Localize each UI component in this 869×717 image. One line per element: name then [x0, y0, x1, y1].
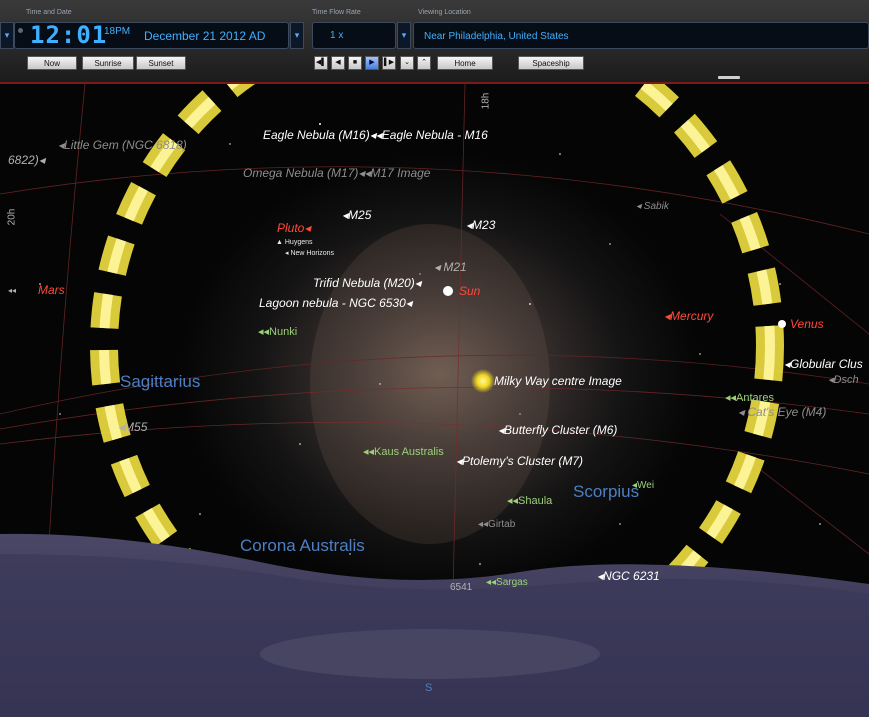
compass-south: S: [425, 682, 433, 694]
label-m25[interactable]: ◂M25: [342, 208, 371, 222]
sunset-button[interactable]: Sunset: [136, 56, 186, 70]
label-ngc6541[interactable]: 6541: [450, 581, 472, 595]
label-mercury[interactable]: ◂Mercury: [664, 309, 713, 323]
chevron-down-button[interactable]: ⌄: [400, 56, 414, 70]
label-trifid-nebula[interactable]: Trifid Nebula (M20)◂: [313, 276, 421, 290]
date-display[interactable]: December 21 2012 AD: [144, 29, 265, 43]
label-sabik[interactable]: ◂ Sabik: [636, 200, 669, 214]
label-eagle-nebula[interactable]: Eagle Nebula (M16)◂◂Eagle Nebula - M16: [263, 128, 488, 142]
label-sargas[interactable]: ◂◂Sargas: [486, 576, 528, 590]
constellation-scorpius[interactable]: Scorpius: [573, 483, 639, 500]
constellation-sagittarius[interactable]: Sagittarius: [120, 373, 200, 390]
label-globular-cluster[interactable]: ◂Globular Clus: [784, 357, 863, 371]
step-forward-button[interactable]: ▌▶: [382, 56, 396, 70]
label-milky-way-centre[interactable]: Milky Way centre Image: [494, 374, 622, 388]
now-button[interactable]: Now: [27, 56, 77, 70]
label-little-gem[interactable]: ◂Little Gem (NGC 6818): [58, 138, 187, 152]
indicator-dot-icon: [18, 28, 23, 33]
label-sun[interactable]: Sun: [459, 284, 480, 298]
label-lagoon-nebula[interactable]: Lagoon nebula - NGC 6530◂: [259, 296, 412, 310]
ampm-display: 18PM: [104, 26, 131, 37]
constellation-corona-australis[interactable]: Corona Australis: [240, 537, 365, 554]
spaceship-button[interactable]: Spaceship: [518, 56, 584, 70]
toolbar: Time and Date ▾ 12:01 18PM December 21 2…: [0, 0, 869, 84]
skip-back-button[interactable]: ◀▌: [314, 56, 328, 70]
label-shaula[interactable]: ◂◂Shaula: [507, 494, 552, 508]
label-girtab[interactable]: ◂◂Girtab: [478, 518, 515, 532]
label-ngc6231[interactable]: ◂NGC 6231: [597, 569, 660, 583]
date-menu-chevron-icon[interactable]: ▾: [290, 22, 304, 49]
sunrise-button[interactable]: Sunrise: [82, 56, 134, 70]
label-antares[interactable]: ◂◂Antares: [725, 391, 774, 405]
ra-label-20h: 20h: [6, 208, 18, 226]
label-mars[interactable]: Mars: [38, 283, 65, 297]
location-label: Viewing Location: [418, 9, 471, 16]
label-pluto[interactable]: Pluto◂: [277, 221, 310, 235]
label-m21[interactable]: ◂ M21: [434, 260, 467, 274]
label-new-horizons[interactable]: ◂ New Horizons: [285, 247, 334, 261]
location-value[interactable]: Near Philadelphia, United States: [424, 31, 569, 42]
home-button[interactable]: Home: [437, 56, 493, 70]
label-omega-nebula[interactable]: Omega Nebula (M17)◂◂M17 Image: [243, 166, 430, 180]
ra-label-18h: 18h: [480, 92, 492, 110]
milky-way-centre-marker: [471, 369, 495, 393]
chevron-up-button[interactable]: ⌃: [417, 56, 431, 70]
label-ngc6822[interactable]: 6822)◂: [8, 153, 45, 167]
sun-marker: [443, 286, 453, 296]
flow-rate-panel[interactable]: [312, 22, 396, 49]
play-button[interactable]: ▶: [365, 56, 379, 70]
flow-rate-label: Time Flow Rate: [312, 9, 361, 16]
stop-button[interactable]: ■: [348, 56, 362, 70]
flow-rate-value[interactable]: 1 x: [330, 30, 343, 41]
label-ptolemys-cluster[interactable]: ◂Ptolemy's Cluster (M7): [456, 454, 583, 468]
sky-view[interactable]: 18h 20h ◂Little Gem (NGC 6818) 6822)◂ Ea…: [0, 84, 869, 717]
flow-rate-chevron-icon[interactable]: ▾: [397, 22, 411, 49]
label-mars-prefix: ◂◂: [8, 286, 17, 295]
label-venus[interactable]: Venus: [790, 317, 824, 331]
venus-marker: [778, 320, 786, 328]
label-m23[interactable]: ◂M23: [466, 218, 495, 232]
time-menu-chevron-icon[interactable]: ▾: [0, 22, 14, 49]
label-nunki[interactable]: ◂◂Nunki: [258, 325, 297, 339]
label-cats-eye[interactable]: ◂ Cat's Eye (M4): [738, 405, 826, 419]
label-m55[interactable]: ◂M55: [118, 420, 147, 434]
panel-resize-handle[interactable]: [718, 76, 740, 79]
time-display[interactable]: 12:01: [30, 22, 107, 48]
label-dsch[interactable]: ◂Dsch: [828, 373, 859, 387]
step-back-button[interactable]: ◀: [331, 56, 345, 70]
label-butterfly-cluster[interactable]: ◂Butterfly Cluster (M6): [498, 423, 617, 437]
time-date-label: Time and Date: [26, 9, 72, 16]
label-kaus-australis[interactable]: ◂◂Kaus Australis: [363, 445, 444, 459]
